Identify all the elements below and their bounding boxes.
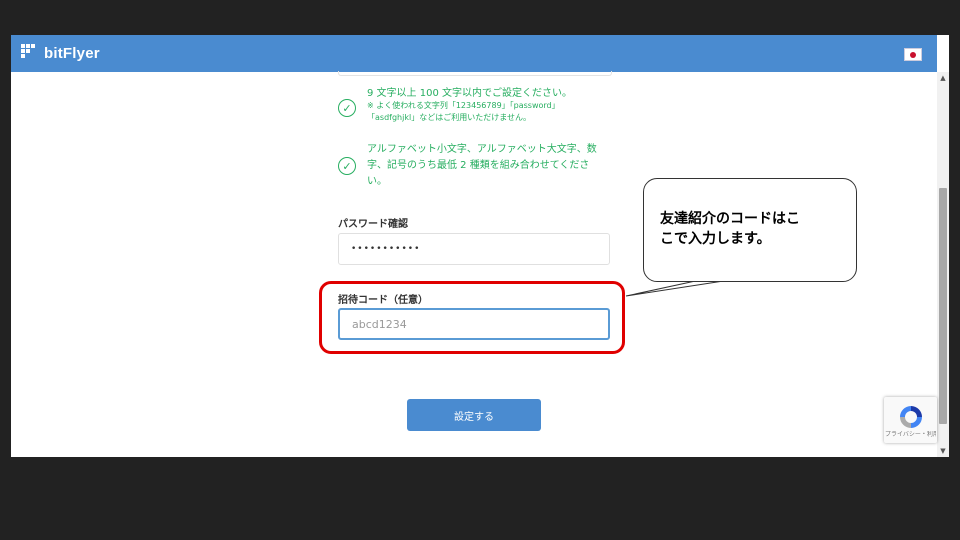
- bitflyer-logo-icon[interactable]: [21, 44, 41, 64]
- brand-name[interactable]: bitFlyer: [44, 45, 100, 62]
- submit-button[interactable]: 設定する: [407, 399, 541, 431]
- rule-length-note-2: 「asdfghjkl」などはご利用いただけません。: [367, 113, 531, 122]
- callout-line-2: こで入力します。: [660, 231, 771, 247]
- check-circle-icon: ✓: [338, 99, 356, 117]
- language-flag-icon[interactable]: [904, 48, 922, 61]
- app-header: bitFlyer: [11, 35, 937, 72]
- password-rule-length: ✓ 9 文字以上 100 文字以内でご設定ください。 ※ よく使われる文字列「1…: [338, 87, 610, 133]
- callout-line-1: 友達紹介のコードはこ: [660, 211, 800, 227]
- scroll-up-arrow-icon[interactable]: ▲: [937, 72, 949, 84]
- rule-types-line-3: い。: [367, 176, 387, 187]
- scrollbar-thumb[interactable]: [939, 188, 947, 424]
- rule-length-text: 9 文字以上 100 文字以内でご設定ください。: [367, 88, 572, 99]
- scrollbar[interactable]: ▲ ▼: [937, 72, 949, 457]
- callout-text: 友達紹介のコードはこ こで入力します。: [660, 209, 846, 249]
- scroll-down-arrow-icon[interactable]: ▼: [937, 445, 949, 457]
- callout-bubble: 友達紹介のコードはこ こで入力します。: [643, 178, 857, 282]
- check-circle-icon: ✓: [338, 157, 356, 175]
- password-confirm-field[interactable]: [338, 233, 610, 265]
- recaptcha-links[interactable]: プライバシー・利用規約: [885, 431, 936, 438]
- password-confirm-label: パスワード確認: [338, 219, 408, 230]
- password-rule-char-types: ✓ アルファベット小文字、アルファベット大文字、数 字、記号のうち最低 2 種類…: [338, 142, 610, 190]
- recaptcha-badge[interactable]: プライバシー・利用規約: [884, 397, 937, 443]
- recaptcha-icon: [900, 406, 922, 428]
- password-field-edge: [338, 71, 612, 76]
- invite-code-highlight: [319, 281, 625, 354]
- rule-types-line-1: アルファベット小文字、アルファベット大文字、数: [367, 144, 597, 155]
- rule-types-line-2: 字、記号のうち最低 2 種類を組み合わせてくださ: [367, 160, 590, 171]
- rule-length-note-1: ※ よく使われる文字列「123456789」「password」: [367, 101, 560, 110]
